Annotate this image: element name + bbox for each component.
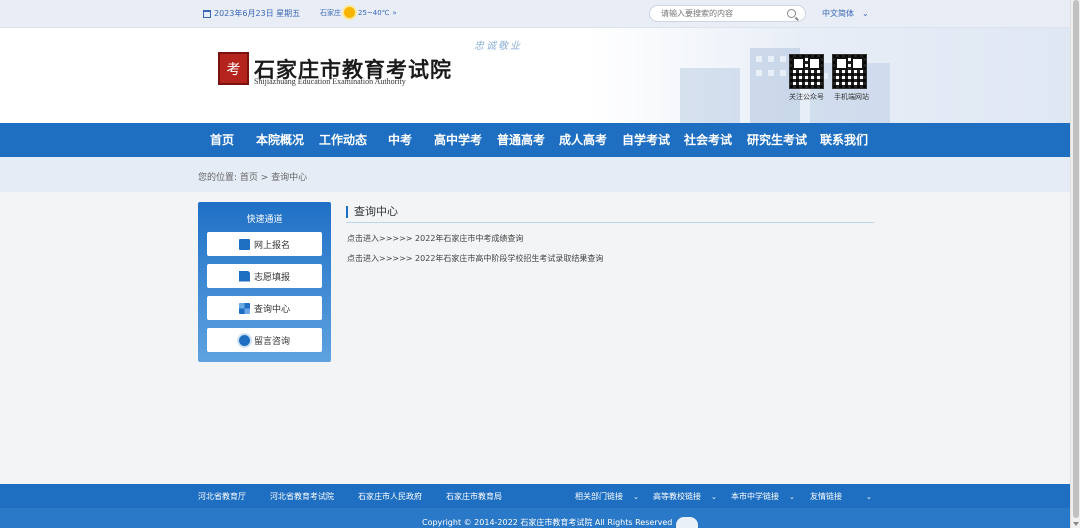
qr-code-mobile (832, 54, 867, 89)
quick-link-label: 留言咨询 (253, 336, 290, 347)
date-display: 2023年6月23日 星期五 (203, 8, 300, 19)
qr-label-wechat: 关注公众号 (789, 93, 824, 101)
footer-select-label: 高等教校链接 (653, 492, 701, 501)
nav-item-about[interactable]: 本院概况 (252, 123, 308, 157)
nav-item-zhongkao[interactable]: 中考 (382, 123, 418, 157)
quick-link-label: 查询中心 (253, 304, 290, 315)
breadcrumb-bar: 您的位置: 首页 > 查询中心 (0, 157, 1070, 192)
temperature-text: 25~40℃ (358, 8, 390, 17)
nav-item-postgrad[interactable]: 研究生考试 (744, 123, 810, 157)
nav-item-self-study[interactable]: 自学考试 (618, 123, 674, 157)
weather-widget[interactable]: 石家庄 25~40℃ » (320, 7, 397, 18)
chevron-down-icon: ⌄ (711, 493, 717, 501)
search-icon[interactable] (787, 9, 796, 18)
sun-icon (344, 7, 355, 18)
chevron-right-icon: » (392, 8, 397, 17)
site-header: 忠诚敬业 考 石家庄市教育考试院 Shijiazhuang Education … (0, 28, 1070, 123)
chat-icon (238, 334, 250, 346)
building-illustration (680, 48, 890, 123)
copyright-text: Copyright © 2014-2022 石家庄市教育考试院 All Righ… (422, 518, 673, 527)
footer-link[interactable]: 石家庄市教育局 (446, 491, 502, 502)
calendar-icon (203, 9, 211, 18)
language-select[interactable]: 中文简体 ⌄ (822, 8, 869, 19)
nav-item-social-exam[interactable]: 社会考试 (680, 123, 736, 157)
nav-item-news[interactable]: 工作动态 (315, 123, 371, 157)
quick-link-consult[interactable]: 留言咨询 (207, 328, 322, 352)
quick-link-query[interactable]: 查询中心 (207, 296, 322, 320)
footer-select-universities[interactable]: 高等教校链接 ⌄ (653, 491, 717, 502)
quick-link-application[interactable]: 志愿填报 (207, 264, 322, 288)
qr-code-wechat (789, 54, 824, 89)
footer-link[interactable]: 石家庄市人民政府 (358, 491, 422, 502)
search-box[interactable] (649, 5, 806, 22)
qr-label-mobile: 手机端网站 (834, 93, 869, 101)
city-text: 石家庄 (320, 8, 341, 17)
site-subtitle: Shijiazhuang Education Examination Autho… (254, 77, 406, 86)
quick-link-label: 网上报名 (253, 240, 290, 251)
chevron-down-icon: ⌄ (789, 493, 795, 501)
nav-item-adult-exam[interactable]: 成人高考 (555, 123, 611, 157)
nav-item-xuekao[interactable]: 高中学考 (430, 123, 486, 157)
footer-links-bar: 河北省教育厅 河北省教育考试院 石家庄市人民政府 石家庄市教育局 相关部门链接 ⌄… (0, 484, 1070, 508)
query-link[interactable]: 点击进入>>>>> 2022年石家庄市中考成绩查询 (347, 233, 523, 244)
slogan: 忠诚敬业 (474, 41, 522, 52)
footer-link[interactable]: 河北省教育厅 (198, 491, 246, 502)
footer-select-schools[interactable]: 本市中学链接 ⌄ (731, 491, 795, 502)
footer-select-departments[interactable]: 相关部门链接 ⌄ (575, 491, 639, 502)
breadcrumb[interactable]: 您的位置: 首页 > 查询中心 (198, 170, 307, 183)
main-area: 快速通道 网上报名 志愿填报 查询中心 留言咨询 查询中心 点击进入>>>>> … (0, 192, 1070, 484)
content-title: 查询中心 (346, 206, 874, 218)
date-text: 2023年6月23日 星期五 (214, 9, 301, 18)
nav-item-contact[interactable]: 联系我们 (816, 123, 872, 157)
signup-icon (238, 238, 250, 250)
chevron-down-icon: ⌄ (862, 9, 869, 18)
query-link[interactable]: 点击进入>>>>> 2022年石家庄市高中阶段学校招生考试录取结果查询 (347, 253, 603, 264)
logo-seal-icon[interactable]: 考 (218, 52, 249, 85)
quick-link-label: 志愿填报 (253, 272, 290, 283)
nav-item-home[interactable]: 首页 (202, 123, 242, 157)
form-icon (238, 270, 250, 282)
footer-select-label: 相关部门链接 (575, 492, 623, 501)
nav-item-gaokao[interactable]: 普通高考 (493, 123, 549, 157)
language-label: 中文简体 (822, 9, 854, 18)
scrollbar-thumb[interactable] (1073, 0, 1079, 518)
footer-select-label: 本市中学链接 (731, 492, 779, 501)
quick-access-panel: 快速通道 网上报名 志愿填报 查询中心 留言咨询 (198, 202, 331, 362)
chevron-down-icon: ⌄ (633, 493, 639, 501)
footer-select-label: 友情链接 (810, 492, 842, 501)
quick-access-title: 快速通道 (246, 215, 283, 225)
content-divider (346, 222, 874, 223)
footer-link[interactable]: 河北省教育考试院 (270, 491, 334, 502)
query-icon (238, 302, 250, 314)
main-nav: 首页 本院概况 工作动态 中考 高中学考 普通高考 成人高考 自学考试 社会考试… (0, 123, 1070, 157)
top-bar: 2023年6月23日 星期五 石家庄 25~40℃ » 中文简体 ⌄ (0, 0, 1070, 28)
footer-bottom: Copyright © 2014-2022 石家庄市教育考试院 All Righ… (0, 508, 1070, 528)
quick-link-signup[interactable]: 网上报名 (207, 232, 322, 256)
scrollbar[interactable] (1070, 0, 1080, 528)
scroll-down-icon[interactable] (1073, 522, 1079, 526)
police-badge-icon[interactable] (676, 517, 698, 528)
footer-select-friends[interactable]: 友情链接 ⌄ (810, 491, 872, 502)
search-input[interactable] (661, 9, 781, 18)
chevron-down-icon: ⌄ (866, 493, 872, 501)
content-panel: 查询中心 点击进入>>>>> 2022年石家庄市中考成绩查询 点击进入>>>>>… (346, 206, 874, 263)
